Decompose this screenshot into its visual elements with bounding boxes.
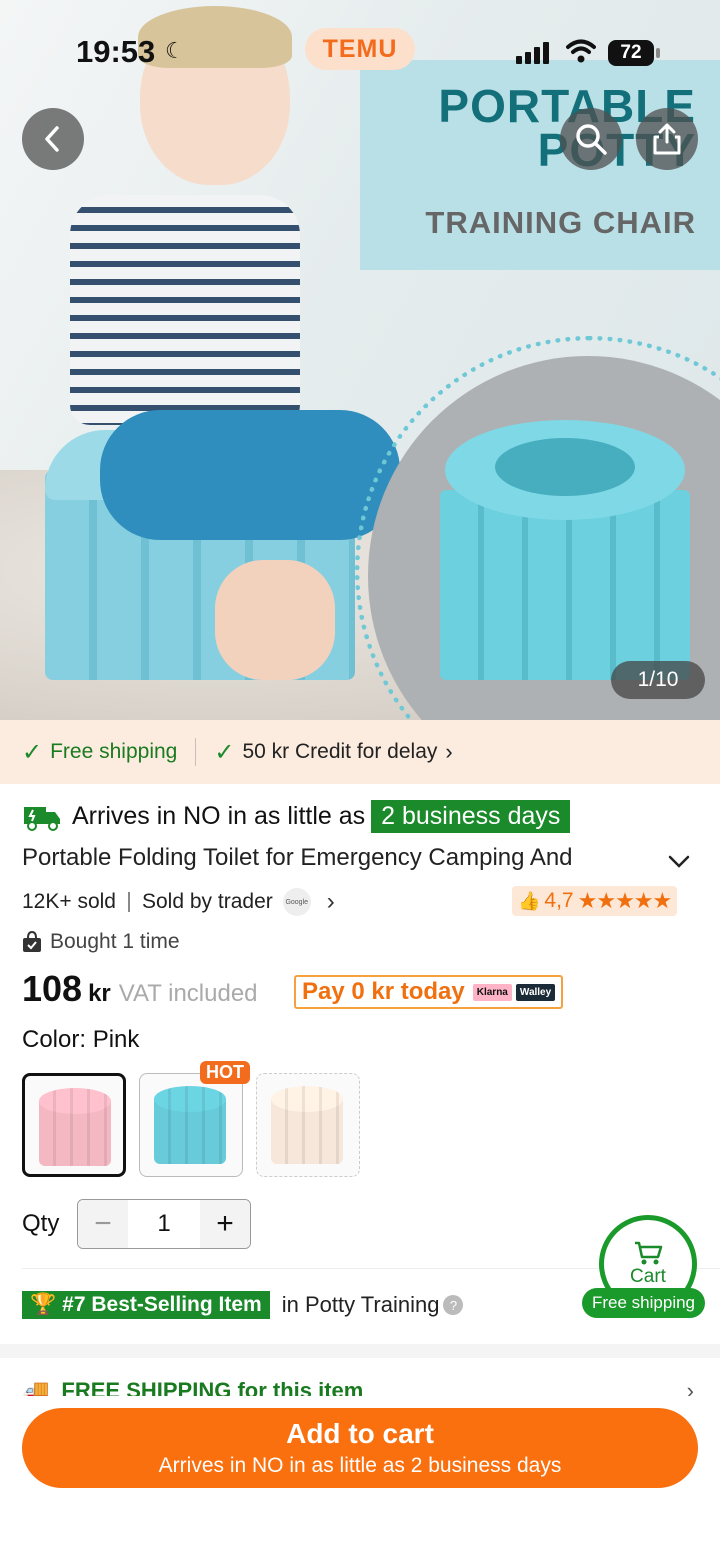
bought-info: Bought 1 time	[22, 930, 180, 954]
banner-subtitle: TRAINING CHAIR	[425, 205, 696, 240]
seller-link[interactable]: Sold by trader	[142, 890, 273, 914]
search-icon	[576, 124, 607, 155]
back-button[interactable]	[22, 108, 84, 170]
free-shipping-info: ✓ Free shipping	[22, 738, 177, 767]
credit-info[interactable]: ✓ 50 kr Credit for delay ›	[214, 738, 452, 767]
product-image[interactable]: PORTABLE POTTY TRAINING CHAIR	[0, 0, 720, 720]
add-to-cart-button[interactable]: Add to cart Arrives in NO in as little a…	[22, 1408, 698, 1488]
status-bar: 19:53 ☾ TEMU 72	[0, 0, 720, 100]
sold-count: 12K+ sold	[22, 890, 116, 913]
best-seller-category: in Potty Training	[281, 1292, 440, 1317]
free-shipping-section-text: FREE SHIPPING for this item	[61, 1378, 364, 1396]
chevron-down-icon[interactable]	[664, 846, 694, 876]
battery-indicator: 72	[608, 40, 660, 66]
chevron-right-icon: ›	[686, 1378, 694, 1396]
color-label: Color: Pink	[22, 1026, 140, 1053]
cart-icon	[635, 1241, 663, 1265]
seller-badge: Google	[282, 888, 311, 916]
chevron-right-icon[interactable]: ›	[327, 888, 335, 916]
vat-note: VAT included	[118, 980, 258, 1007]
quantity-value[interactable]: 1	[128, 1200, 200, 1248]
sales-meta: 12K+ sold Sold by trader Google ›	[22, 888, 335, 916]
add-to-cart-label: Add to cart	[286, 1418, 434, 1449]
meta-divider	[128, 892, 130, 912]
potty-illustration-detail	[440, 420, 690, 680]
best-seller-text: #7 Best-Selling Item	[62, 1293, 262, 1316]
shopping-bag-icon	[23, 931, 41, 952]
check-icon: ✓	[214, 738, 235, 766]
image-counter: 1/10	[611, 661, 705, 699]
qty-label: Qty	[22, 1210, 60, 1237]
status-time: 19:53	[76, 34, 156, 69]
add-to-cart-sublabel: Arrives in NO in as little as 2 business…	[158, 1454, 562, 1477]
hot-badge: HOT	[200, 1061, 250, 1084]
truck-icon	[24, 806, 60, 831]
search-button[interactable]	[560, 108, 622, 170]
best-seller-tag: 🏆 #7 Best-Selling Item	[22, 1291, 270, 1319]
signal-icon	[516, 40, 549, 64]
swatch-image	[154, 1094, 226, 1164]
share-icon	[653, 123, 681, 155]
shipping-strip[interactable]: ✓ Free shipping ✓ 50 kr Credit for delay…	[0, 720, 720, 784]
price-currency: kr	[88, 980, 111, 1007]
section-gap	[0, 1344, 720, 1358]
increment-button[interactable]: +	[200, 1200, 250, 1248]
strip-divider	[195, 738, 197, 766]
truck-icon: 🚚	[22, 1378, 50, 1396]
price: 108 kr VAT included	[22, 968, 258, 1010]
bought-text: Bought 1 time	[50, 930, 180, 953]
swatch-image	[271, 1094, 343, 1164]
rating-value: 4,7	[544, 889, 574, 912]
cart-free-shipping-pill: Free shipping	[582, 1288, 706, 1318]
arrives-text: Arrives in NO in as little as	[72, 802, 366, 830]
swatch-blue[interactable]	[139, 1073, 243, 1177]
pay-today-text: Pay 0 kr today	[302, 978, 465, 1005]
help-icon[interactable]: ?	[443, 1295, 464, 1315]
klarna-logo: Klarna	[472, 983, 512, 1001]
chevron-right-icon: ›	[445, 739, 453, 764]
thumbs-up-icon: 👍	[518, 890, 541, 911]
credit-text: 50 kr Credit for delay	[242, 740, 438, 763]
trophy-icon: 🏆	[30, 1293, 57, 1316]
share-button[interactable]	[636, 108, 698, 170]
price-value: 108	[22, 968, 83, 1009]
pay-later-badge[interactable]: Pay 0 kr today Klarna Walley	[294, 975, 564, 1009]
focus-icon: ☾	[165, 38, 185, 63]
rating-badge[interactable]: 👍 4,7 ★★★★★	[512, 886, 678, 916]
app-brand-pill: TEMU	[305, 28, 415, 70]
walley-logo: Walley	[515, 983, 556, 1001]
swatch-image	[39, 1096, 111, 1166]
delivery-estimate: Arrives in NO in as little as 2 business…	[22, 800, 571, 833]
check-icon: ✓	[22, 738, 43, 766]
swatch-beige[interactable]	[256, 1073, 360, 1177]
cart-label: Cart	[630, 1266, 666, 1287]
arrives-days-tag: 2 business days	[371, 800, 571, 833]
swatch-pink[interactable]	[22, 1073, 126, 1177]
free-shipping-section[interactable]: 🚚 FREE SHIPPING for this item ›	[22, 1378, 702, 1396]
wifi-icon	[566, 39, 596, 63]
best-seller-row[interactable]: 🏆 #7 Best-Selling Item in Potty Training…	[22, 1291, 464, 1319]
rating-stars: ★★★★★	[577, 888, 673, 913]
free-shipping-text: Free shipping	[50, 740, 178, 763]
chevron-left-icon	[45, 126, 59, 152]
decrement-button[interactable]: −	[78, 1200, 128, 1248]
product-title[interactable]: Portable Folding Toilet for Emergency Ca…	[22, 844, 642, 872]
quantity-stepper[interactable]: − 1 +	[77, 1199, 251, 1249]
